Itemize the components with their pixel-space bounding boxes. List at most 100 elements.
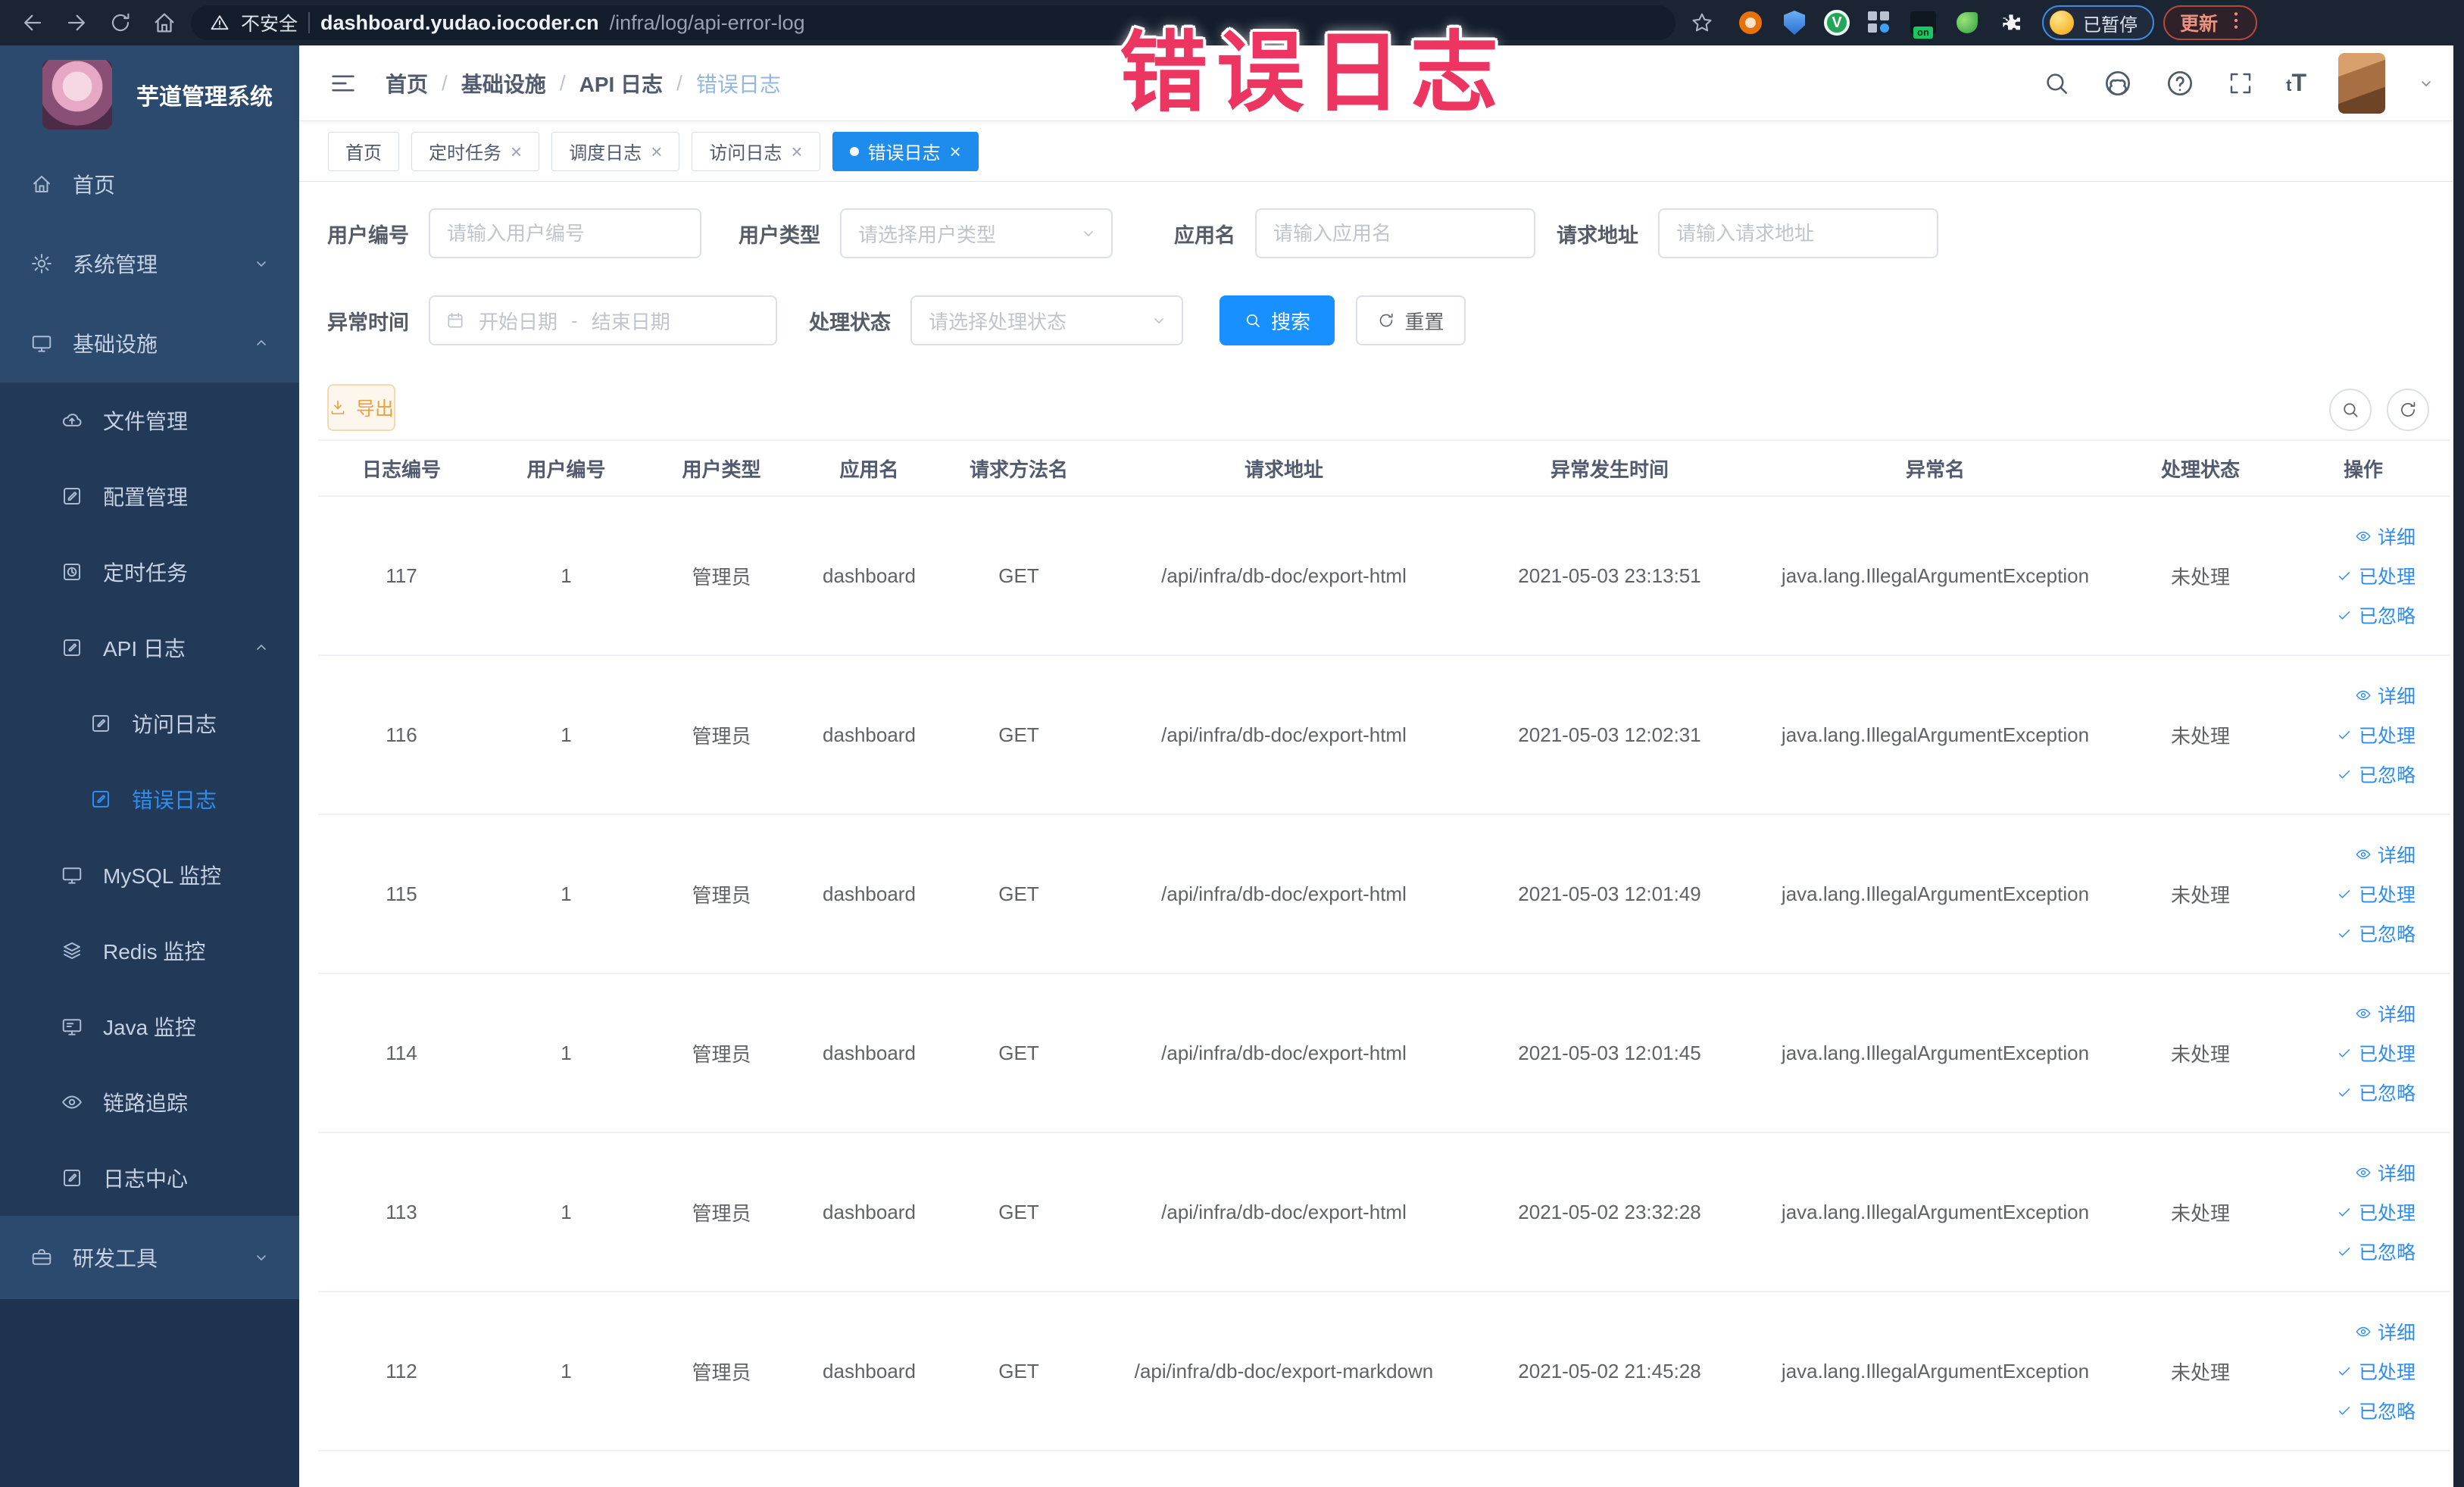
action-ignored-link[interactable]: 已忽略 — [2336, 1238, 2416, 1265]
bookmark-star-icon[interactable] — [1685, 5, 1719, 40]
user-id-input[interactable] — [429, 208, 701, 258]
sidebar-item-api-log[interactable]: API 日志 — [0, 610, 299, 686]
browser-menu-kebab-icon[interactable] — [2224, 8, 2248, 38]
update-label: 更新 — [2180, 14, 2219, 35]
filter-process-status: 处理状态 请选择处理状态 — [809, 295, 1183, 345]
extension-shield-icon[interactable] — [1780, 8, 1809, 37]
profile-paused-chip[interactable]: 已暂停 — [2042, 5, 2154, 40]
tab-home[interactable]: 首页 — [328, 131, 399, 171]
user-type-select[interactable]: 请选择用户类型 — [840, 208, 1113, 258]
toggle-search-button[interactable] — [2329, 389, 2372, 431]
action-processed-link[interactable]: 已处理 — [2336, 721, 2416, 748]
cloud-icon — [61, 409, 83, 432]
action-detail-link[interactable]: 详细 — [2355, 1159, 2416, 1186]
sidebar-item-access-log[interactable]: 访问日志 — [0, 686, 299, 761]
action-label: 已忽略 — [2358, 606, 2416, 627]
browser-update-button[interactable]: 更新 — [2163, 5, 2258, 40]
tab-scheduled-tasks[interactable]: 定时任务 × — [411, 131, 540, 171]
tab-access-log[interactable]: 访问日志 × — [692, 131, 820, 171]
action-detail-link[interactable]: 详细 — [2355, 523, 2416, 550]
extensions-puzzle-icon[interactable] — [1997, 8, 2025, 37]
date-range-picker[interactable]: 开始日期 - 结束日期 — [429, 295, 777, 345]
breadcrumb-item[interactable]: 首页 — [386, 68, 428, 98]
extension-leaf-icon[interactable] — [1953, 8, 1982, 37]
browser-forward-icon[interactable] — [59, 5, 94, 40]
github-icon[interactable] — [2103, 68, 2133, 98]
address-bar[interactable]: 不安全 dashboard.yudao.iocoder.cn /infra/lo… — [191, 5, 1675, 40]
export-button[interactable]: 导出 — [327, 384, 396, 431]
browser-reload-icon[interactable] — [103, 5, 138, 40]
browser-home-icon[interactable] — [147, 5, 182, 40]
request-url-input[interactable] — [1658, 208, 1938, 258]
sidebar-item-log-center[interactable]: 日志中心 — [0, 1140, 299, 1216]
reset-button[interactable]: 重置 — [1356, 295, 1466, 345]
app-logo-row[interactable]: 芋道管理系统 — [0, 45, 299, 144]
extension-grid-icon[interactable] — [1865, 8, 1894, 37]
action-processed-link[interactable]: 已处理 — [2336, 562, 2416, 589]
cell-user-id: 1 — [561, 723, 572, 746]
extension-on-badge-icon[interactable]: on — [1909, 8, 1938, 39]
sidebar-item-infrastructure[interactable]: 基础设施 — [0, 303, 299, 383]
action-processed-link[interactable]: 已处理 — [2336, 1357, 2416, 1385]
window-scrollbar-strip[interactable] — [2453, 0, 2464, 1487]
search-button[interactable]: 搜索 — [1220, 295, 1335, 345]
sidebar-item-error-log[interactable]: 错误日志 — [0, 761, 299, 837]
help-icon[interactable] — [2165, 68, 2195, 98]
sidebar-item-system-management[interactable]: 系统管理 — [0, 223, 299, 303]
sidebar-item-redis-monitor[interactable]: Redis 监控 — [0, 913, 299, 989]
sidebar-item-config-management[interactable]: 配置管理 — [0, 458, 299, 534]
cell-exception-time: 2021-05-02 21:45:28 — [1518, 1359, 1701, 1382]
action-label: 详细 — [2377, 1323, 2416, 1344]
sidebar-item-scheduled-tasks[interactable]: 定时任务 — [0, 534, 299, 610]
header-search-icon[interactable] — [2042, 69, 2071, 98]
sidebar-item-home[interactable]: 首页 — [0, 144, 299, 223]
breadcrumb-item[interactable]: API 日志 — [579, 68, 663, 98]
close-tab-icon[interactable]: × — [511, 142, 522, 161]
column-header-process-status: 处理状态 — [2160, 458, 2240, 481]
cell-method-name: GET — [998, 1200, 1039, 1223]
close-tab-icon[interactable]: × — [651, 142, 662, 161]
action-processed-link[interactable]: 已处理 — [2336, 1198, 2416, 1226]
action-processed-link[interactable]: 已处理 — [2336, 880, 2416, 908]
action-detail-link[interactable]: 详细 — [2355, 682, 2416, 709]
action-ignored-link[interactable]: 已忽略 — [2336, 761, 2416, 788]
action-detail-link[interactable]: 详细 — [2355, 1318, 2416, 1345]
fullscreen-icon[interactable] — [2227, 70, 2254, 97]
action-ignored-link[interactable]: 已忽略 — [2336, 601, 2416, 629]
tab-schedule-log[interactable]: 调度日志 × — [551, 131, 680, 171]
action-ignored-link[interactable]: 已忽略 — [2336, 1397, 2416, 1424]
sidebar-item-trace[interactable]: 链路追踪 — [0, 1064, 299, 1140]
breadcrumb-item[interactable]: 基础设施 — [461, 68, 546, 98]
sidebar-item-mysql-monitor[interactable]: MySQL 监控 — [0, 837, 299, 913]
action-label: 已忽略 — [2358, 1401, 2416, 1423]
refresh-table-button[interactable] — [2387, 389, 2429, 431]
sidebar-item-file-management[interactable]: 文件管理 — [0, 383, 299, 458]
action-detail-link[interactable]: 详细 — [2355, 841, 2416, 868]
sidebar-collapse-icon[interactable] — [328, 68, 358, 98]
tab-error-log[interactable]: 错误日志 × — [832, 131, 979, 171]
browser-back-icon[interactable] — [15, 5, 50, 40]
user-avatar[interactable] — [2338, 52, 2385, 114]
font-size-icon[interactable]: tT — [2286, 69, 2306, 97]
table-row: 113 1 管理员 dashboard GET/api/infra/db-doc/exp… — [318, 1133, 2450, 1292]
sidebar-item-dev-tools[interactable]: 研发工具 — [0, 1216, 299, 1299]
process-status-select[interactable]: 请选择处理状态 — [910, 295, 1183, 345]
close-tab-icon[interactable]: × — [950, 142, 961, 161]
extension-green-v-icon[interactable]: V — [1824, 10, 1850, 36]
action-label: 已处理 — [2358, 1362, 2416, 1383]
sidebar-item-java-monitor[interactable]: Java 监控 — [0, 989, 299, 1064]
close-tab-icon[interactable]: × — [791, 142, 802, 161]
action-processed-link[interactable]: 已处理 — [2336, 1039, 2416, 1067]
sidebar-item-label: 首页 — [73, 173, 116, 197]
process-status-label: 处理状态 — [809, 311, 891, 334]
cell-app-name: dashboard — [823, 1200, 916, 1223]
user-menu-caret-icon[interactable] — [2417, 74, 2435, 92]
action-detail-link[interactable]: 详细 — [2355, 1000, 2416, 1027]
extension-orange-ring-icon[interactable] — [1736, 8, 1765, 37]
app-name-input[interactable] — [1255, 208, 1535, 258]
cell-process-status: 未处理 — [2170, 1201, 2230, 1225]
action-ignored-link[interactable]: 已忽略 — [2336, 1079, 2416, 1106]
action-label: 已处理 — [2358, 885, 2416, 906]
tag-view-bar: 首页 定时任务 × 调度日志 × 访问日志 × 错误日志 × — [299, 121, 2464, 182]
action-ignored-link[interactable]: 已忽略 — [2336, 920, 2416, 947]
